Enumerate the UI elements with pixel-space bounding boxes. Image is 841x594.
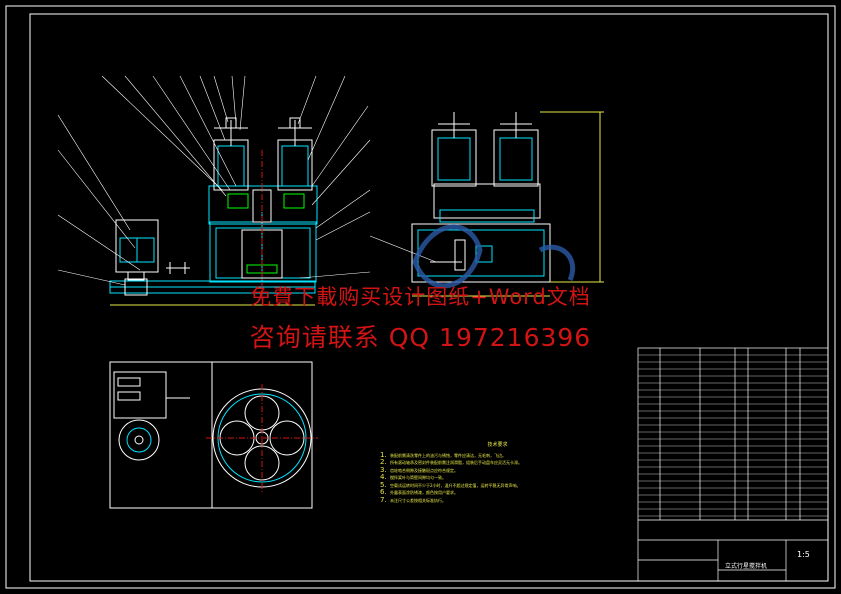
drawing-title: 立式行星搅拌机 bbox=[725, 563, 768, 570]
parts-list-rows bbox=[638, 354, 828, 517]
notes-row: 3. 齿轮啮合侧隙及接触斑点应符合规定。 bbox=[380, 466, 615, 475]
front-view bbox=[109, 117, 318, 306]
note-text: 外露表面涂防锈漆，颜色按用户要求。 bbox=[390, 490, 458, 495]
notes-row: 7. 未注尺寸公差按相关标准执行。 bbox=[380, 495, 615, 505]
note-text: 搅拌桨叶与筒壁间隙均匀一致。 bbox=[390, 475, 446, 480]
watermark-line2: 咨询请联系 QQ 197216396 bbox=[249, 323, 592, 352]
note-number: 7. bbox=[380, 495, 387, 504]
notes-title: 技术要求 bbox=[487, 442, 508, 448]
technical-notes: 技术要求 1. 装配前需清洗零件上的油污与锈蚀，零件应清洁，无毛刺，飞边。 2. 所… bbox=[380, 442, 615, 504]
note-text: 未注尺寸公差按相关标准执行。 bbox=[390, 497, 446, 503]
watermark-line1: 免費下載购买设计图纸+Word文档 bbox=[250, 285, 591, 309]
note-text: 所有滚动轴承及密封件装配前需注润滑脂，组装后手动盘车应灵活无卡滞。 bbox=[390, 460, 522, 465]
notes-row: 2. 所有滚动轴承及密封件装配前需注润滑脂，组装后手动盘车应灵活无卡滞。 bbox=[380, 458, 615, 467]
notes-row: 4. 搅拌桨叶与筒壁间隙均匀一致。 bbox=[380, 473, 615, 482]
note-text: 空载试运转时间不少于2小时，温升不超过规定值，运转平稳无异常声响。 bbox=[390, 482, 521, 488]
side-view bbox=[369, 111, 604, 297]
note-text: 装配前需清洗零件上的油污与锈蚀，零件应清洁，无毛刺，飞边。 bbox=[390, 452, 506, 458]
drawing-canvas: 免費下載购买设计图纸+Word文档 咨询请联系 QQ 197216396 技术要… bbox=[0, 0, 841, 594]
notes-row: 1. 装配前需清洗零件上的油污与锈蚀，零件应清洁，无毛刺，飞边。 bbox=[380, 451, 615, 460]
notes-row: 6. 外露表面涂防锈漆，颜色按用户要求。 bbox=[380, 488, 615, 497]
plan-views bbox=[109, 361, 318, 509]
note-text: 齿轮啮合侧隙及接触斑点应符合规定。 bbox=[390, 467, 458, 473]
notes-row: 5. 空载试运转时间不少于2小时，温升不超过规定值，运转平稳无异常声响。 bbox=[380, 481, 615, 490]
drawing-scale: 1:5 bbox=[797, 550, 810, 559]
logo-watermark bbox=[412, 224, 576, 289]
